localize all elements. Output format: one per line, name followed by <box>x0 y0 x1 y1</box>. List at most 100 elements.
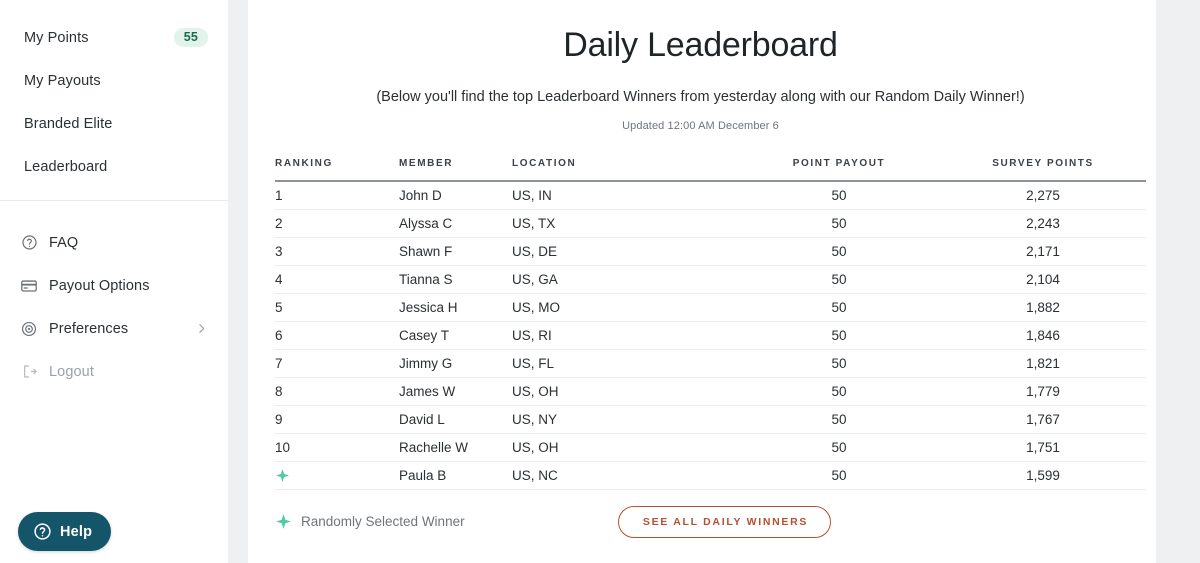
gear-icon <box>20 320 38 338</box>
layout-gutter <box>228 0 248 563</box>
cell-point-payout: 50 <box>738 181 940 210</box>
sidebar-item-faq[interactable]: FAQ <box>0 221 228 264</box>
cell-point-payout: 50 <box>738 321 940 350</box>
table-row: 3 Shawn F US, DE 50 2,171 <box>275 237 1146 266</box>
sidebar-primary-nav: My Points 55 My Payouts Branded Elite Le… <box>0 0 228 393</box>
table-row: 1 John D US, IN 50 2,275 <box>275 181 1146 210</box>
cell-ranking: 2 <box>275 209 399 238</box>
cell-ranking: 1 <box>275 181 399 210</box>
page-subtitle: (Below you'll find the top Leaderboard W… <box>376 89 1025 105</box>
cell-location: US, GA <box>512 265 738 294</box>
sidebar-item-label: My Payouts <box>24 72 101 89</box>
cell-member: Paula B <box>399 461 512 490</box>
sidebar-item-logout[interactable]: Logout <box>0 350 228 393</box>
see-all-daily-winners-button[interactable]: SEE ALL DAILY WINNERS <box>617 505 832 538</box>
updated-timestamp: Updated 12:00 AM December 6 <box>622 120 779 132</box>
cell-member: Jessica H <box>399 293 512 322</box>
cell-ranking: 5 <box>275 293 399 322</box>
points-badge: 55 <box>173 27 208 48</box>
sidebar-item-my-payouts[interactable]: My Payouts <box>0 59 228 102</box>
cell-location: US, OH <box>512 433 738 462</box>
cell-point-payout: 50 <box>738 237 940 266</box>
table-row: Paula B US, NC 50 1,599 <box>275 461 1146 490</box>
cell-ranking: 3 <box>275 237 399 266</box>
sidebar-item-label: FAQ <box>49 234 79 251</box>
sidebar-item-leaderboard[interactable]: Leaderboard <box>0 145 228 188</box>
help-button[interactable]: Help <box>18 512 112 551</box>
sidebar-item-branded-elite[interactable]: Branded Elite <box>0 102 228 145</box>
sidebar-item-label: Logout <box>49 363 94 380</box>
cell-random-winner-marker <box>275 461 399 490</box>
column-header-point-payout: POINT PAYOUT <box>738 158 940 182</box>
cell-survey-points: 2,171 <box>940 237 1146 266</box>
page-right-gap <box>1156 0 1178 563</box>
table-head: RANKING MEMBER LOCATION POINT PAYOUT SUR… <box>275 158 1146 182</box>
cell-survey-points: 2,243 <box>940 209 1146 238</box>
main-content: Daily Leaderboard (Below you'll find the… <box>248 0 1178 563</box>
table-row: 4 Tianna S US, GA 50 2,104 <box>275 265 1146 294</box>
sidebar-item-my-points[interactable]: My Points 55 <box>0 16 228 59</box>
table-footer: Randomly Selected Winner SEE ALL DAILY W… <box>275 490 1146 538</box>
cell-member: Tianna S <box>399 265 512 294</box>
question-circle-icon <box>20 234 38 252</box>
sidebar-item-label: Preferences <box>49 320 129 337</box>
cell-ranking: 8 <box>275 377 399 406</box>
cell-survey-points: 2,104 <box>940 265 1146 294</box>
column-header-member: MEMBER <box>399 158 512 182</box>
cell-point-payout: 50 <box>738 209 940 238</box>
chevron-right-icon[interactable] <box>194 322 208 336</box>
table-header-row: RANKING MEMBER LOCATION POINT PAYOUT SUR… <box>275 158 1146 182</box>
credit-card-icon <box>20 277 38 295</box>
cell-location: US, TX <box>512 209 738 238</box>
question-circle-icon <box>33 522 52 541</box>
cell-location: US, FL <box>512 349 738 378</box>
sidebar: My Points 55 My Payouts Branded Elite Le… <box>0 0 228 563</box>
cell-survey-points: 1,821 <box>940 349 1146 378</box>
table-row: 8 James W US, OH 50 1,779 <box>275 377 1146 406</box>
random-winner-legend: Randomly Selected Winner <box>275 513 465 530</box>
cell-location: US, NY <box>512 405 738 434</box>
cell-point-payout: 50 <box>738 349 940 378</box>
column-header-location: LOCATION <box>512 158 738 182</box>
cell-member: John D <box>399 181 512 210</box>
sidebar-item-preferences[interactable]: Preferences <box>0 307 228 350</box>
logout-icon <box>20 363 38 381</box>
leaderboard-table-wrapper: RANKING MEMBER LOCATION POINT PAYOUT SUR… <box>275 132 1146 538</box>
content-container: Daily Leaderboard (Below you'll find the… <box>248 0 1156 538</box>
cell-member: Casey T <box>399 321 512 350</box>
cell-survey-points: 2,275 <box>940 181 1146 210</box>
cell-ranking: 9 <box>275 405 399 434</box>
column-header-ranking: RANKING <box>275 158 399 182</box>
cell-member: Rachelle W <box>399 433 512 462</box>
cell-location: US, MO <box>512 293 738 322</box>
cell-location: US, DE <box>512 237 738 266</box>
cell-point-payout: 50 <box>738 293 940 322</box>
cell-survey-points: 1,779 <box>940 377 1146 406</box>
cell-location: US, OH <box>512 377 738 406</box>
sidebar-item-label: My Points <box>24 29 89 46</box>
table-row: 2 Alyssa C US, TX 50 2,243 <box>275 209 1146 238</box>
cell-point-payout: 50 <box>738 433 940 462</box>
cell-survey-points: 1,882 <box>940 293 1146 322</box>
cell-survey-points: 1,751 <box>940 433 1146 462</box>
sparkle-icon <box>275 513 292 530</box>
sparkle-icon <box>275 468 290 483</box>
sidebar-item-payout-options[interactable]: Payout Options <box>0 264 228 307</box>
random-winner-legend-label: Randomly Selected Winner <box>301 514 465 529</box>
sidebar-divider <box>0 200 228 201</box>
cell-ranking: 6 <box>275 321 399 350</box>
sidebar-item-label: Payout Options <box>49 277 150 294</box>
cell-location: US, RI <box>512 321 738 350</box>
table-row: 5 Jessica H US, MO 50 1,882 <box>275 293 1146 322</box>
cell-survey-points: 1,846 <box>940 321 1146 350</box>
cell-member: Shawn F <box>399 237 512 266</box>
cell-location: US, IN <box>512 181 738 210</box>
table-row: 6 Casey T US, RI 50 1,846 <box>275 321 1146 350</box>
cell-ranking: 10 <box>275 433 399 462</box>
leaderboard-page: My Points 55 My Payouts Branded Elite Le… <box>0 0 1200 563</box>
sidebar-item-label: Leaderboard <box>24 158 108 175</box>
sidebar-item-label: Branded Elite <box>24 115 113 132</box>
cell-member: James W <box>399 377 512 406</box>
page-title: Daily Leaderboard <box>563 26 838 64</box>
help-button-label: Help <box>60 523 93 540</box>
